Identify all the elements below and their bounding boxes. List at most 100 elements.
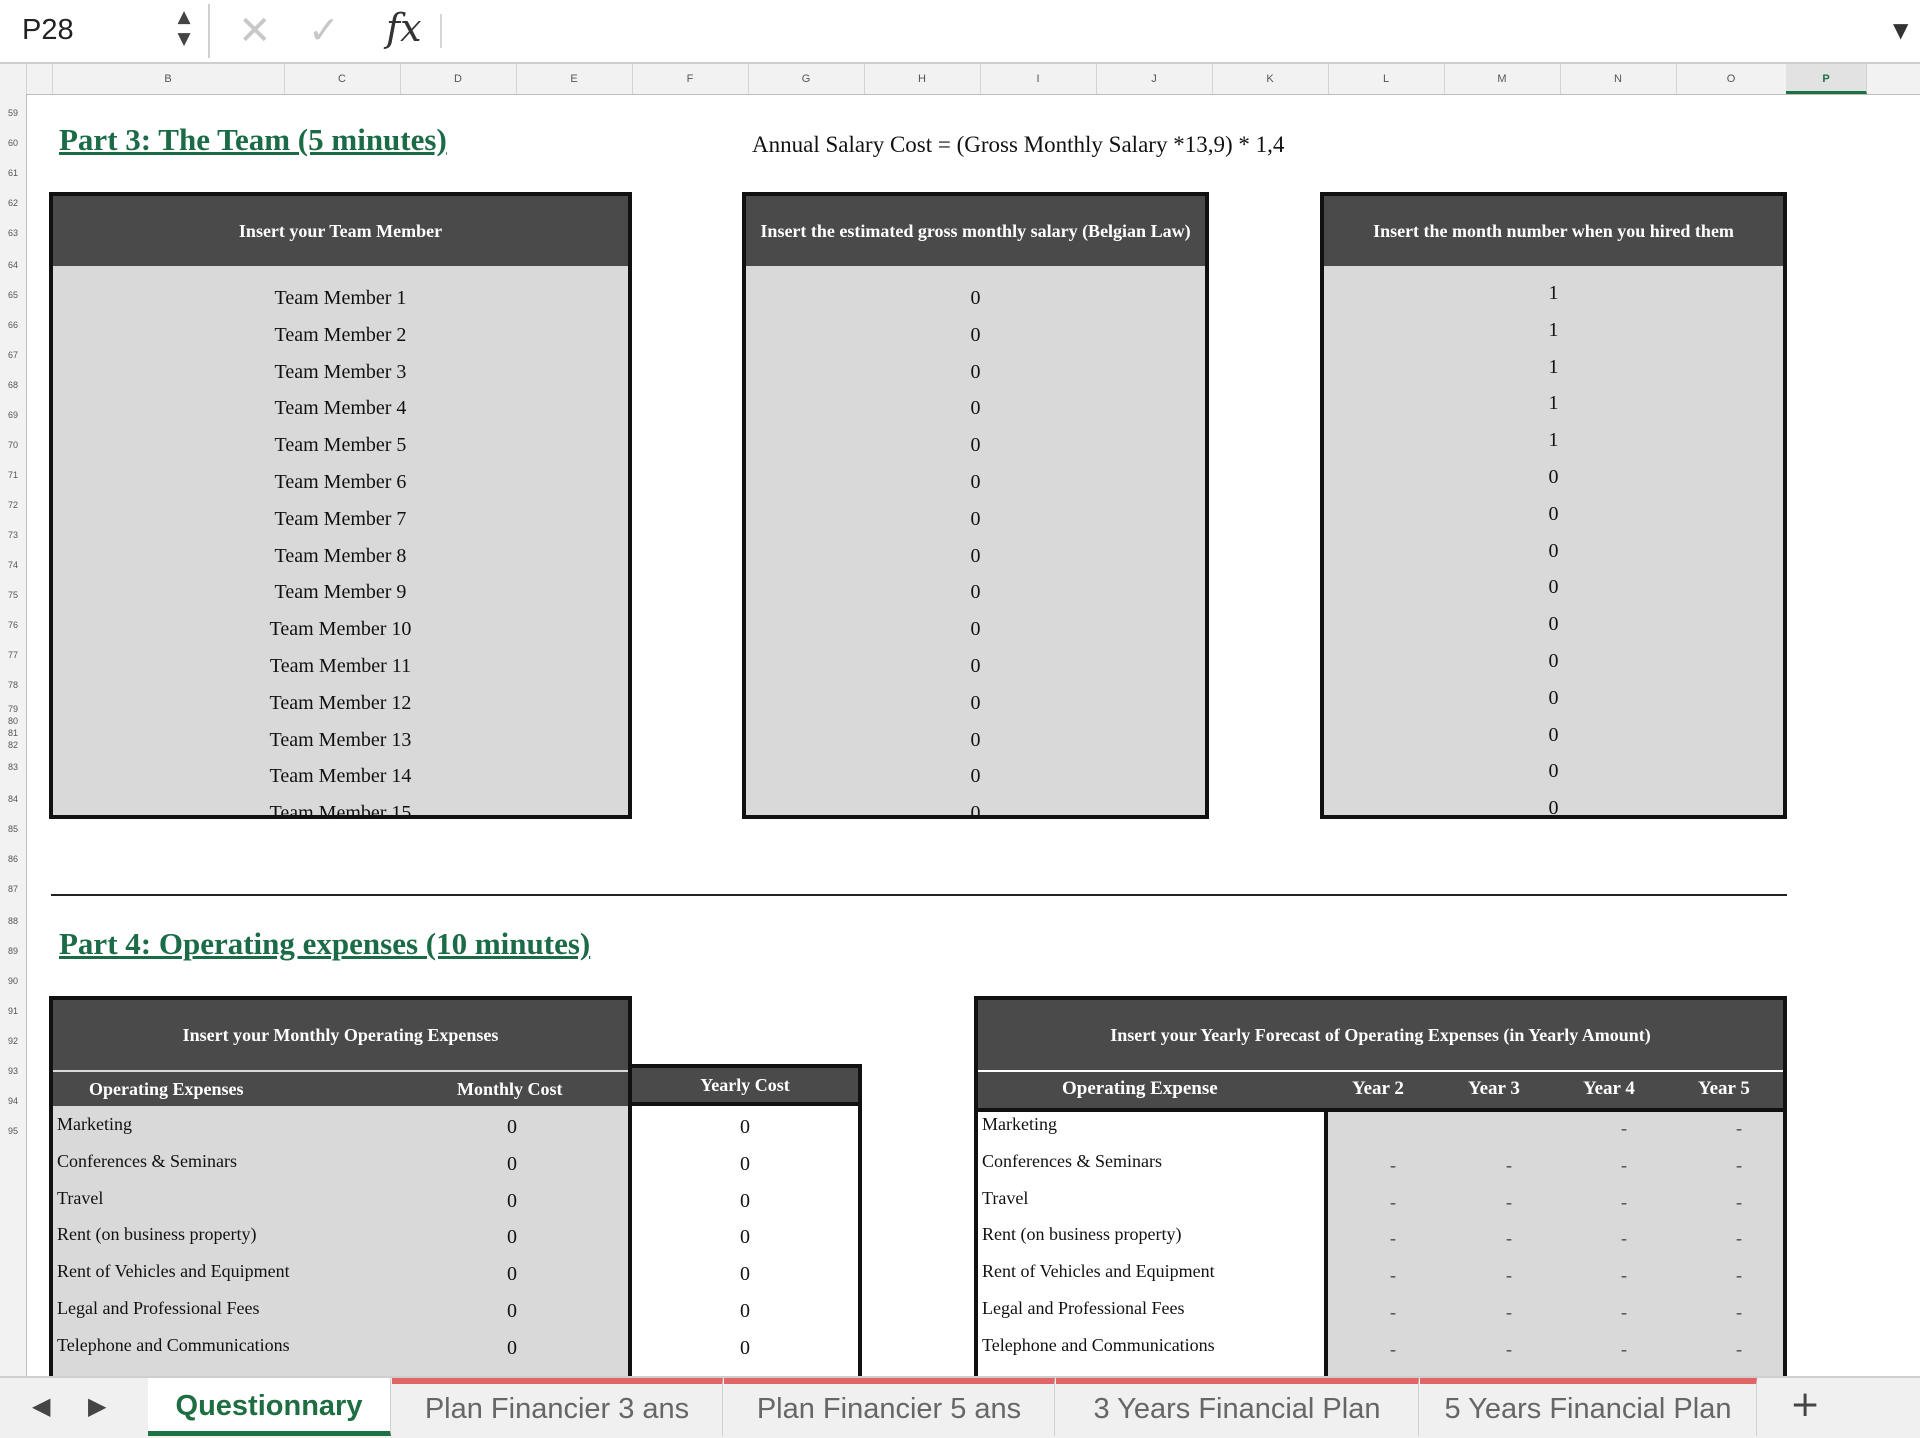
tab-5-years-financial-plan[interactable]: 5 Years Financial Plan [1420,1378,1757,1436]
column-header-partial[interactable] [1866,64,1920,94]
row-header-number[interactable]: 88 [0,916,26,926]
tab-3-years-financial-plan[interactable]: 3 Years Financial Plan [1056,1378,1419,1436]
salary-value[interactable]: 0 [746,434,1205,457]
column-header[interactable]: F [632,64,749,94]
column-header[interactable]: I [980,64,1097,94]
hire-month-value[interactable]: 0 [1324,760,1783,783]
name-box-stepper[interactable]: ▲ ▼ [174,6,194,54]
hire-month-value[interactable]: 1 [1324,429,1783,452]
team-member-name[interactable]: Team Member 7 [53,508,628,531]
forecast-year-value[interactable]: - [1699,1302,1779,1323]
forecast-year-value[interactable]: - [1584,1192,1664,1213]
salary-value[interactable]: 0 [746,581,1205,604]
tab-plan-financier-3-ans[interactable]: Plan Financier 3 ans [392,1378,723,1436]
row-header-number[interactable]: 85 [0,824,26,834]
hire-month-value[interactable]: 0 [1324,576,1783,599]
row-header-number[interactable]: 64 [0,260,26,270]
row-header-number[interactable]: 72 [0,500,26,510]
monthly-cost-value[interactable]: 0 [457,1116,567,1139]
salary-value[interactable]: 0 [746,471,1205,494]
row-header-number[interactable]: 67 [0,350,26,360]
monthly-cost-value[interactable]: 0 [457,1190,567,1213]
forecast-year-value[interactable]: - [1699,1339,1779,1360]
team-member-name[interactable]: Team Member 10 [53,618,628,641]
monthly-cost-value[interactable]: 0 [457,1300,567,1323]
forecast-year-value[interactable]: - [1584,1302,1664,1323]
forecast-year-value[interactable]: - [1584,1118,1664,1139]
row-header-number[interactable]: 69 [0,410,26,420]
forecast-year-value[interactable]: - [1469,1228,1549,1249]
row-header-number[interactable]: 94 [0,1096,26,1106]
forecast-year-value[interactable]: - [1353,1302,1433,1323]
team-member-name[interactable]: Team Member 4 [53,397,628,420]
stepper-down-icon[interactable]: ▼ [174,28,194,50]
salary-value[interactable]: 0 [746,508,1205,531]
salary-value[interactable]: 0 [746,287,1205,310]
row-header-number[interactable]: 68 [0,380,26,390]
row-header-number[interactable]: 61 [0,168,26,178]
team-member-name[interactable]: Team Member 11 [53,655,628,678]
row-header-number[interactable]: 71 [0,470,26,480]
row-header-number[interactable]: 80 [0,716,26,726]
row-header-number[interactable]: 87 [0,884,26,894]
hire-month-value[interactable]: 0 [1324,687,1783,710]
row-header-number[interactable]: 66 [0,320,26,330]
column-header[interactable]: E [516,64,633,94]
forecast-year-value[interactable]: - [1469,1265,1549,1286]
team-member-name[interactable]: Team Member 3 [53,361,628,384]
column-header-selected[interactable]: P [1786,64,1867,94]
name-box[interactable]: P28 [22,14,74,47]
column-header[interactable]: C [284,64,401,94]
monthly-cost-value[interactable]: 0 [457,1153,567,1176]
hire-month-value[interactable]: 0 [1324,797,1783,820]
enter-check-icon[interactable]: ✓ [308,8,340,52]
hire-month-value[interactable]: 0 [1324,466,1783,489]
team-member-name[interactable]: Team Member 5 [53,434,628,457]
row-header-number[interactable]: 84 [0,794,26,804]
salary-value[interactable]: 0 [746,692,1205,715]
column-header[interactable]: N [1560,64,1677,94]
forecast-year-value[interactable]: - [1699,1228,1779,1249]
tab-questionnary[interactable]: Questionnary [148,1378,391,1436]
prev-sheet-icon[interactable]: ◀ [32,1392,50,1420]
salary-value[interactable]: 0 [746,361,1205,384]
row-header-number[interactable]: 86 [0,854,26,864]
add-sheet-icon[interactable]: + [1790,1384,1820,1425]
hire-month-value[interactable]: 1 [1324,282,1783,305]
column-header[interactable]: B [52,64,285,94]
row-header-number[interactable]: 70 [0,440,26,450]
hire-month-value[interactable]: 1 [1324,392,1783,415]
row-header-number[interactable]: 81 [0,728,26,738]
team-member-name[interactable]: Team Member 1 [53,287,628,310]
row-header-number[interactable]: 62 [0,198,26,208]
forecast-year-value[interactable]: - [1469,1339,1549,1360]
row-header-number[interactable]: 76 [0,620,26,630]
forecast-year-value[interactable]: - [1353,1339,1433,1360]
row-header-number[interactable]: 59 [0,108,26,118]
row-header-number[interactable]: 73 [0,530,26,540]
forecast-year-value[interactable]: - [1353,1155,1433,1176]
salary-value[interactable]: 0 [746,729,1205,752]
hire-month-value[interactable]: 1 [1324,356,1783,379]
stepper-up-icon[interactable]: ▲ [174,6,194,28]
forecast-year-value[interactable]: - [1353,1265,1433,1286]
forecast-year-value[interactable]: - [1699,1265,1779,1286]
column-header[interactable]: H [864,64,981,94]
select-all-corner[interactable] [0,64,27,94]
row-header-number[interactable]: 65 [0,290,26,300]
salary-value[interactable]: 0 [746,618,1205,641]
team-member-name[interactable]: Team Member 9 [53,581,628,604]
column-header[interactable]: L [1328,64,1445,94]
forecast-year-value[interactable]: - [1699,1192,1779,1213]
row-header-number[interactable]: 82 [0,740,26,750]
hire-month-value[interactable]: 0 [1324,724,1783,747]
team-member-name[interactable]: Team Member 2 [53,324,628,347]
row-header-number[interactable]: 93 [0,1066,26,1076]
hire-month-value[interactable]: 0 [1324,503,1783,526]
monthly-cost-value[interactable]: 0 [457,1263,567,1286]
next-sheet-icon[interactable]: ▶ [88,1392,106,1420]
salary-value[interactable]: 0 [746,655,1205,678]
team-member-name[interactable]: Team Member 15 [53,802,628,825]
row-header-number[interactable]: 75 [0,590,26,600]
forecast-year-value[interactable]: - [1584,1228,1664,1249]
